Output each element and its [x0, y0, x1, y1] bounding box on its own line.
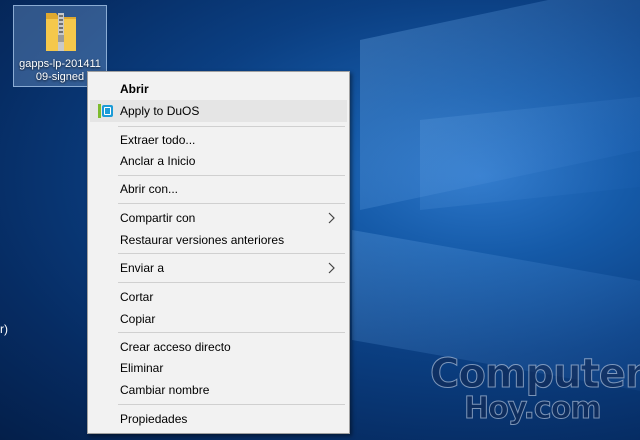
menu-item-label: Propiedades: [120, 412, 188, 426]
menu-separator: [118, 126, 345, 127]
menu-separator: [118, 404, 345, 405]
watermark-line1: Computer: [430, 351, 640, 397]
menu-item-label: Cortar: [120, 290, 154, 304]
watermark-logo: Computer Hoy.com: [430, 352, 640, 432]
menu-item-restaurar-versiones[interactable]: Restaurar versiones anteriores: [90, 229, 347, 251]
menu-separator: [118, 282, 345, 283]
menu-item-label: Apply to DuOS: [120, 104, 200, 118]
menu-item-propiedades[interactable]: Propiedades: [90, 408, 347, 430]
menu-item-label: Crear acceso directo: [120, 340, 231, 354]
menu-separator: [118, 175, 345, 176]
menu-item-label: Extraer todo...: [120, 133, 196, 147]
watermark-line2: Hoy.com: [464, 391, 603, 426]
chevron-right-icon: [328, 262, 335, 274]
partial-desktop-text: r): [0, 322, 8, 336]
chevron-right-icon: [328, 212, 335, 224]
menu-item-label: Abrir: [120, 82, 149, 96]
menu-item-compartir-con[interactable]: Compartir con: [90, 207, 347, 229]
menu-item-label: Enviar a: [120, 261, 165, 275]
menu-item-label: Restaurar versiones anteriores: [120, 233, 285, 247]
menu-item-label: Compartir con: [120, 211, 196, 225]
menu-item-copiar[interactable]: Copiar: [90, 308, 347, 330]
menu-separator: [118, 332, 345, 333]
menu-item-eliminar[interactable]: Eliminar: [90, 357, 347, 379]
menu-item-extraer-todo[interactable]: Extraer todo...: [90, 129, 347, 151]
menu-item-label: Eliminar: [120, 361, 164, 375]
menu-item-apply-to-duos[interactable]: Apply to DuOS: [90, 100, 347, 122]
menu-item-label: Copiar: [120, 312, 156, 326]
context-menu: Abrir Apply to DuOS Extraer todo... Ancl…: [87, 71, 350, 434]
duos-icon: [98, 104, 113, 118]
desktop-file-label-line1: gapps-lp-201411: [19, 58, 101, 70]
zip-folder-icon: [46, 13, 76, 51]
menu-item-anclar-a-inicio[interactable]: Anclar a Inicio: [90, 150, 347, 172]
menu-item-crear-acceso-directo[interactable]: Crear acceso directo: [90, 336, 347, 358]
menu-separator: [118, 203, 345, 204]
menu-item-label: Abrir con...: [120, 182, 179, 196]
menu-item-cambiar-nombre[interactable]: Cambiar nombre: [90, 379, 347, 401]
menu-item-abrir-con[interactable]: Abrir con...: [90, 178, 347, 200]
menu-separator: [118, 253, 345, 254]
desktop[interactable]: gapps-lp-201411 09-signed r) Computer Ho…: [0, 0, 640, 440]
menu-item-label: Anclar a Inicio: [120, 154, 196, 168]
menu-item-label: Cambiar nombre: [120, 383, 210, 397]
menu-item-abrir[interactable]: Abrir: [90, 78, 347, 100]
menu-item-enviar-a[interactable]: Enviar a: [90, 257, 347, 279]
menu-item-cortar[interactable]: Cortar: [90, 286, 347, 308]
